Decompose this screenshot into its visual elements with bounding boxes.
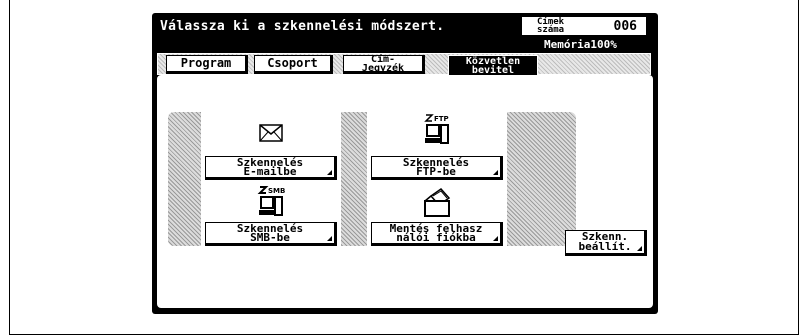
user-box-icon [419, 186, 455, 220]
instruction-text: Válassza ki a szkennelési módszert. [160, 19, 445, 34]
scan-settings-button[interactable]: Szkenn. beállít. [565, 230, 647, 256]
scan-method-area: Szkennelés E-mailbe FTP Szkennelés FTP-b… [168, 112, 576, 246]
address-count-label: Címek száma [537, 17, 565, 35]
tab-program[interactable]: Program [166, 55, 248, 74]
smb-icon-text: SMB [268, 187, 285, 195]
tab-bar: Program Csoport Cím- Jegyzék Közvetlen b… [157, 53, 651, 76]
save-to-user-box-button[interactable]: Mentés felhasz nálói fiókba [371, 222, 503, 246]
smb-computer-icon: SMB [256, 184, 288, 220]
tab-kozvetlen-bevitel[interactable]: Közvetlen bevitel [448, 55, 538, 76]
address-count-box: Címek száma 006 [522, 17, 646, 35]
address-count-value: 006 [613, 19, 637, 34]
tab-csoport[interactable]: Csoport [254, 55, 333, 74]
scan-to-smb-button[interactable]: Szkennelés SMB-be [205, 222, 337, 246]
direct-input-panel: Szkennelés E-mailbe FTP Szkennelés FTP-b… [157, 75, 653, 308]
ftp-icon-text: FTP [434, 115, 449, 123]
scan-to-email-button[interactable]: Szkennelés E-mailbe [205, 156, 337, 180]
ftp-computer-icon: FTP [422, 112, 454, 148]
tab-cim-jegyzek[interactable]: Cím- Jegyzék [343, 54, 425, 74]
envelope-icon [256, 120, 286, 146]
scan-to-ftp-button[interactable]: Szkennelés FTP-be [371, 156, 503, 180]
memory-status: Memória100% [544, 38, 617, 51]
control-panel-screen: Válassza ki a szkennelési módszert. Címe… [152, 13, 658, 314]
